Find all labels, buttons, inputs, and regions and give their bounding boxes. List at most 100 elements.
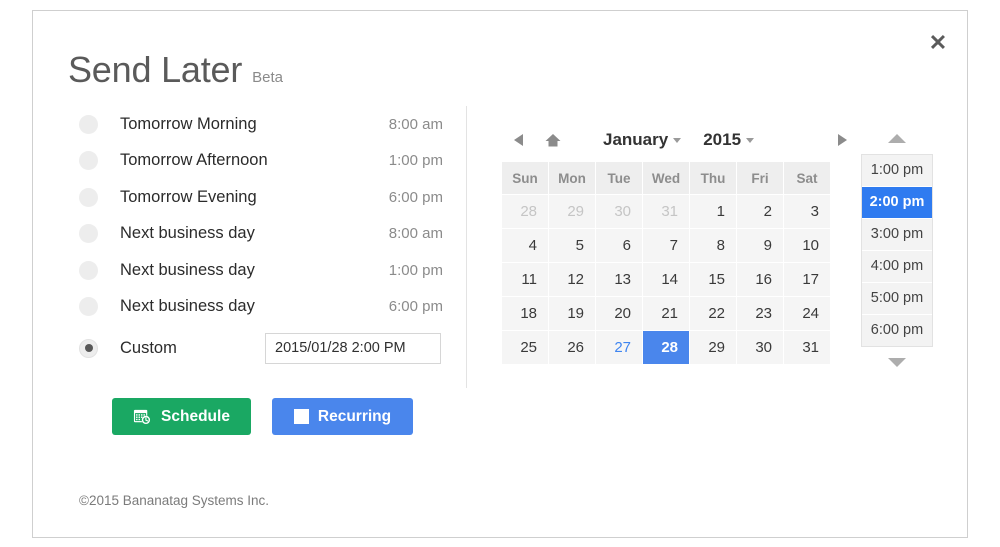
weekday-header: Fri bbox=[736, 161, 784, 195]
schedule-options-list: Tomorrow Morning 8:00 am Tomorrow Afternoo… bbox=[79, 106, 469, 371]
chevron-down-icon bbox=[746, 137, 755, 143]
calendar-day-cell[interactable]: 28 bbox=[501, 194, 549, 229]
calendar-day-cell[interactable]: 18 bbox=[501, 296, 549, 331]
calendar-day-cell[interactable]: 21 bbox=[642, 296, 690, 331]
schedule-option-row[interactable]: Tomorrow Morning 8:00 am bbox=[79, 106, 469, 143]
calendar-day-cell[interactable]: 2 bbox=[736, 194, 784, 229]
radio-button[interactable] bbox=[79, 224, 98, 244]
triangle-up-icon[interactable] bbox=[888, 134, 906, 143]
calendar-day-cell[interactable]: 5 bbox=[548, 228, 596, 263]
recurring-button[interactable]: Recurring bbox=[272, 398, 413, 435]
schedule-option-row[interactable]: Tomorrow Afternoon 1:00 pm bbox=[79, 143, 469, 180]
prev-arrow-icon[interactable] bbox=[506, 133, 532, 147]
time-option[interactable]: 5:00 pm bbox=[862, 283, 932, 315]
calendar-day-cell[interactable]: 10 bbox=[783, 228, 831, 263]
calendar-day-cell[interactable]: 17 bbox=[783, 262, 831, 297]
calendar-day-cell[interactable]: 24 bbox=[783, 296, 831, 331]
calendar-day-cell[interactable]: 9 bbox=[736, 228, 784, 263]
month-selector[interactable]: January bbox=[603, 130, 682, 150]
option-label: Next business day bbox=[120, 297, 255, 316]
time-option[interactable]: 4:00 pm bbox=[862, 251, 932, 283]
schedule-button-label: Schedule bbox=[161, 407, 230, 425]
calendar-day-cell[interactable]: 14 bbox=[642, 262, 690, 297]
calendar-day-cell[interactable]: 31 bbox=[642, 194, 690, 229]
option-label: Tomorrow Morning bbox=[120, 114, 257, 133]
next-arrow-icon[interactable] bbox=[829, 133, 855, 147]
beta-badge: Beta bbox=[252, 69, 283, 86]
custom-datetime-input[interactable] bbox=[265, 332, 441, 364]
recurring-button-label: Recurring bbox=[317, 407, 392, 425]
option-time: 6:00 pm bbox=[388, 188, 443, 206]
calendar-day-cell[interactable]: 31 bbox=[783, 330, 831, 365]
calendar-day-cell[interactable]: 29 bbox=[689, 330, 737, 365]
option-time: 6:00 pm bbox=[388, 298, 443, 316]
calendar-grid: Sun Mon Tue Wed Thu Fri Sat 28 29 30 31 1 2 3 4 5 6 7 8 9 1… bbox=[501, 161, 831, 365]
radio-button[interactable] bbox=[79, 151, 98, 171]
calendar-day-cell[interactable]: 25 bbox=[501, 330, 549, 365]
time-option[interactable]: 6:00 pm bbox=[862, 315, 932, 346]
calendar-day-cell[interactable]: 3 bbox=[783, 194, 831, 229]
year-selector[interactable]: 2015 bbox=[703, 130, 755, 150]
calendar-day-cell[interactable]: 1 bbox=[689, 194, 737, 229]
calendar-day-cell[interactable]: 19 bbox=[548, 296, 596, 331]
option-label: Tomorrow Afternoon bbox=[120, 151, 268, 170]
radio-button[interactable] bbox=[79, 187, 98, 207]
schedule-option-row[interactable]: Next business day 8:00 am bbox=[79, 216, 469, 253]
calendar-body: 28 29 30 31 1 2 3 4 5 6 7 8 9 10 11 12 13 14 15 16 17 18 19 20 2… bbox=[501, 194, 831, 365]
option-time: 8:00 am bbox=[388, 115, 443, 133]
time-option[interactable]: 2:00 pm bbox=[862, 187, 932, 219]
calendar-day-cell[interactable]: 13 bbox=[595, 262, 643, 297]
triangle-down-icon[interactable] bbox=[888, 358, 906, 367]
calendar-header: January 2015 bbox=[501, 119, 863, 161]
weekday-header: Sun bbox=[501, 161, 549, 195]
calendar-day-cell[interactable]: 15 bbox=[689, 262, 737, 297]
calendar-day-cell[interactable]: 23 bbox=[736, 296, 784, 331]
calendar-day-cell[interactable]: 22 bbox=[689, 296, 737, 331]
weekday-header: Wed bbox=[642, 161, 690, 195]
radio-button[interactable] bbox=[79, 297, 98, 317]
calendar-day-cell[interactable]: 12 bbox=[548, 262, 596, 297]
pane-divider bbox=[466, 106, 467, 388]
custom-option-label: Custom bbox=[120, 338, 177, 357]
time-option[interactable]: 1:00 pm bbox=[862, 155, 932, 187]
checkbox-square-icon bbox=[293, 409, 309, 424]
calendar-day-cell[interactable]: 27 bbox=[595, 330, 643, 365]
home-icon[interactable] bbox=[540, 133, 566, 148]
calendar-day-cell[interactable]: 6 bbox=[595, 228, 643, 263]
calendar-day-cell[interactable]: 30 bbox=[595, 194, 643, 229]
calendar-week-row: 4 5 6 7 8 9 10 bbox=[501, 228, 831, 263]
schedule-option-row[interactable]: Next business day 1:00 pm bbox=[79, 252, 469, 289]
calendar-weekday-row: Sun Mon Tue Wed Thu Fri Sat bbox=[501, 161, 831, 195]
option-time: 1:00 pm bbox=[388, 152, 443, 170]
calendar-week-row: 28 29 30 31 1 2 3 bbox=[501, 194, 831, 229]
calendar-day-cell[interactable]: 11 bbox=[501, 262, 549, 297]
option-time: 8:00 am bbox=[388, 225, 443, 243]
radio-button[interactable] bbox=[79, 114, 98, 134]
calendar-day-cell[interactable]: 8 bbox=[689, 228, 737, 263]
weekday-header: Mon bbox=[548, 161, 596, 195]
option-label: Next business day bbox=[120, 260, 255, 279]
custom-option-row[interactable]: Custom bbox=[79, 325, 469, 371]
time-picker: 1:00 pm 2:00 pm 3:00 pm 4:00 pm 5:00 pm 6:00 … bbox=[861, 121, 933, 367]
send-later-dialog: ✕ Send Later Beta Tomorrow Morning 8:00 a… bbox=[32, 10, 968, 538]
schedule-button[interactable]: Schedule bbox=[112, 398, 251, 435]
calendar-day-cell[interactable]: 26 bbox=[548, 330, 596, 365]
calendar-day-cell[interactable]: 20 bbox=[595, 296, 643, 331]
copyright-text: ©2015 Bananatag Systems Inc. bbox=[79, 493, 270, 508]
time-option[interactable]: 3:00 pm bbox=[862, 219, 932, 251]
weekday-header: Sat bbox=[783, 161, 831, 195]
calendar-day-cell[interactable]: 29 bbox=[548, 194, 596, 229]
radio-button[interactable] bbox=[79, 260, 98, 280]
radio-button-custom[interactable] bbox=[79, 338, 98, 358]
calendar-day-cell[interactable]: 16 bbox=[736, 262, 784, 297]
schedule-option-row[interactable]: Next business day 6:00 pm bbox=[79, 289, 469, 326]
calendar-day-cell[interactable]: 28 bbox=[642, 330, 690, 365]
calendar-day-cell[interactable]: 7 bbox=[642, 228, 690, 263]
calendar-week-row: 25 26 27 28 29 30 31 bbox=[501, 330, 831, 365]
schedule-option-row[interactable]: Tomorrow Evening 6:00 pm bbox=[79, 179, 469, 216]
calendar-week-row: 18 19 20 21 22 23 24 bbox=[501, 296, 831, 331]
action-button-row: Schedule Recurring bbox=[112, 398, 413, 435]
close-icon[interactable]: ✕ bbox=[923, 28, 953, 58]
calendar-day-cell[interactable]: 4 bbox=[501, 228, 549, 263]
calendar-day-cell[interactable]: 30 bbox=[736, 330, 784, 365]
